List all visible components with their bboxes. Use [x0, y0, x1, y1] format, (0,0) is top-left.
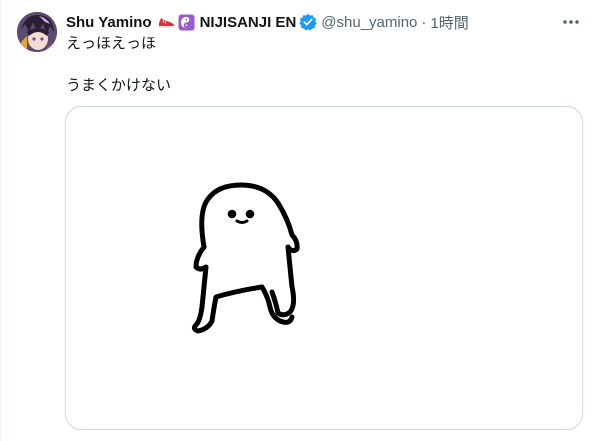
timeline-divider [0, 0, 1, 441]
sneaker-emoji-icon [158, 15, 175, 29]
org-name: NIJISANJI EN [199, 13, 297, 31]
tweet-header: Shu Yamino NIJISANJI EN @shu_yamino · 1時… [66, 11, 587, 33]
author-name[interactable]: Shu Yamino [66, 14, 152, 31]
tweet-timestamp[interactable]: 1時間 [430, 12, 468, 33]
doodle-drawing [191, 182, 300, 334]
tweet-text-line-1: えっほえっほ [66, 35, 157, 52]
verified-badge-icon[interactable] [299, 13, 317, 31]
avatar[interactable] [17, 12, 57, 52]
tweet-text-line-2: うまくかけない [66, 77, 172, 94]
meta-separator: · [421, 13, 427, 31]
tweet-media-image[interactable] [65, 106, 583, 430]
yin-yang-emoji-icon [178, 14, 195, 31]
more-options-icon[interactable] [561, 14, 581, 30]
author-handle[interactable]: @shu_yamino [321, 14, 417, 31]
